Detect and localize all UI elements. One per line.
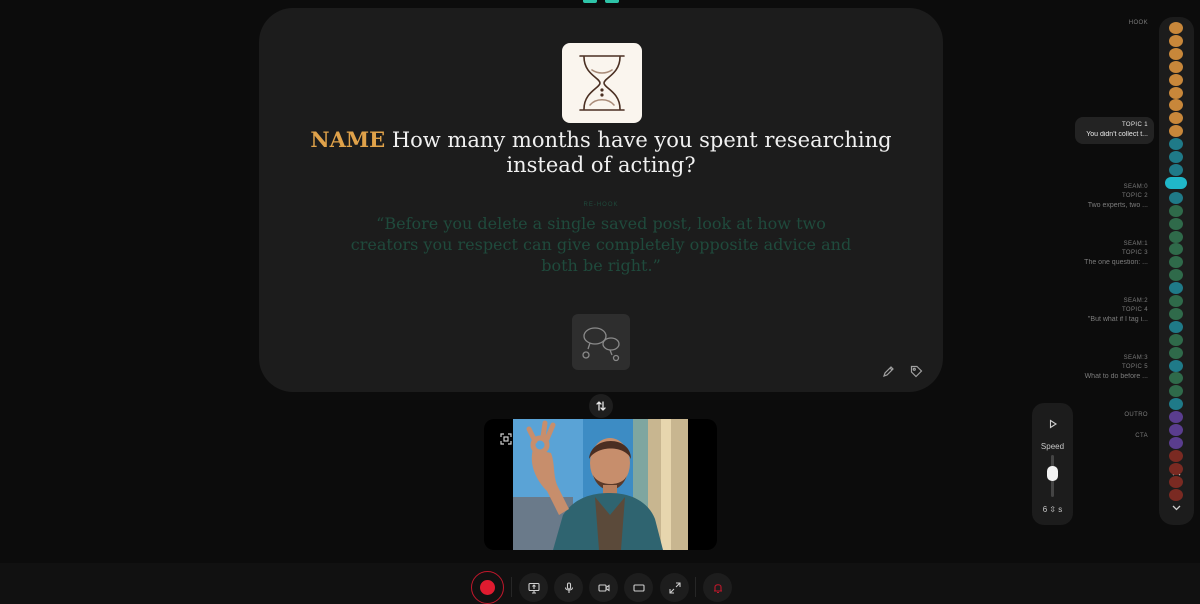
segment-dot[interactable] — [1169, 86, 1183, 99]
swap-vertical-icon[interactable] — [589, 394, 613, 418]
camera-button[interactable] — [589, 573, 618, 602]
segment-dot[interactable] — [1169, 436, 1183, 449]
segment-dot[interactable] — [1169, 256, 1183, 269]
name-token: NAME — [310, 127, 386, 152]
segment-dot[interactable] — [1169, 22, 1183, 34]
segment-dot[interactable] — [1169, 73, 1183, 86]
segment-dot[interactable] — [1169, 269, 1183, 282]
segment-dot[interactable] — [1169, 99, 1183, 112]
outline-seam3: SEAM:3 — [1123, 355, 1148, 361]
present-button[interactable] — [519, 573, 548, 602]
speed-slider-thumb[interactable] — [1047, 465, 1058, 481]
prompt-question: NAME How many months have you spent rese… — [279, 127, 923, 178]
alert-button[interactable] — [703, 573, 732, 602]
rehook-label: RE-HOOK — [583, 202, 619, 208]
segment-dot[interactable] — [1169, 359, 1183, 372]
fit-screen-icon[interactable] — [498, 431, 514, 447]
segment-dot[interactable] — [1169, 163, 1183, 176]
outline-topic4-text[interactable]: "But what if I tag i... — [1060, 316, 1148, 323]
segment-dot[interactable] — [1169, 230, 1183, 243]
segment-dot[interactable] — [1169, 449, 1183, 462]
speed-label: Speed — [1040, 442, 1065, 451]
rehook-quote: “Before you delete a single saved post, … — [350, 214, 852, 275]
bottom-control-bar — [0, 563, 1200, 604]
outline-cta[interactable]: CTA — [1135, 432, 1148, 440]
expand-button[interactable] — [660, 573, 689, 602]
segment-dot[interactable] — [1169, 243, 1183, 256]
top-tab-indicators — [583, 0, 623, 4]
aspect-ratio-button[interactable] — [624, 573, 653, 602]
outline-topic4-label: TOPIC 4 — [1121, 307, 1148, 313]
outline-topic2-label: TOPIC 2 — [1121, 193, 1148, 199]
outline-topic2-text[interactable]: Two experts, two ... — [1060, 202, 1148, 209]
aspect-ratio-icon — [632, 583, 645, 592]
divider — [695, 577, 696, 597]
segment-dot[interactable] — [1169, 462, 1183, 475]
segment-dot[interactable] — [1169, 34, 1183, 47]
outline-outro[interactable]: OUTRO — [1124, 411, 1148, 419]
outline-topic1-label: TOPIC 1 — [1121, 122, 1148, 128]
chevron-down-icon[interactable] — [1168, 499, 1185, 516]
segment-dot[interactable] — [1169, 138, 1183, 151]
segment-dot[interactable] — [1169, 191, 1183, 204]
outline-topic5-label: TOPIC 5 — [1121, 364, 1148, 370]
presentation-icon — [527, 582, 540, 594]
segment-dot[interactable] — [1169, 346, 1183, 359]
outline-hook[interactable]: HOOK — [1129, 19, 1148, 27]
segment-dot[interactable] — [1169, 424, 1183, 436]
speed-panel: Speed 6 ⇳ s — [1032, 403, 1073, 525]
speech-bubbles-icon — [572, 314, 630, 370]
segment-dot[interactable] — [1169, 398, 1183, 411]
record-button[interactable] — [471, 571, 504, 604]
pencil-icon[interactable] — [879, 362, 897, 380]
segment-rail — [1159, 17, 1194, 525]
segment-dot[interactable] — [1169, 411, 1183, 424]
divider — [511, 577, 512, 597]
outline-seam2: SEAM:2 — [1123, 298, 1148, 304]
outline-topic1-text[interactable]: You didn't collect t... — [1060, 131, 1148, 138]
tag-icon[interactable] — [907, 362, 925, 380]
record-icon — [480, 580, 495, 595]
microphone-icon — [564, 581, 573, 593]
segment-dot[interactable] — [1169, 307, 1183, 320]
segment-dot[interactable] — [1169, 47, 1183, 60]
segment-dot-active[interactable] — [1165, 176, 1187, 189]
hourglass-icon — [562, 43, 642, 123]
segment-dot[interactable] — [1169, 488, 1183, 501]
speed-value[interactable]: 6 ⇳ s — [1032, 505, 1073, 514]
segment-dot[interactable] — [1169, 295, 1183, 307]
question-text: How many months have you spent researchi… — [391, 128, 892, 177]
segment-dot[interactable] — [1169, 60, 1183, 73]
camera-preview — [484, 419, 717, 550]
segment-dot[interactable] — [1169, 204, 1183, 217]
segment-dot[interactable] — [1169, 385, 1183, 398]
microphone-button[interactable] — [554, 573, 583, 602]
webcam-video — [513, 419, 688, 550]
outline-seam1: SEAM:1 — [1123, 241, 1148, 247]
segment-dot[interactable] — [1169, 125, 1183, 138]
prompt-card: NAME How many months have you spent rese… — [259, 8, 943, 392]
segment-dot[interactable] — [1169, 320, 1183, 333]
video-camera-icon — [597, 583, 610, 592]
segment-dot[interactable] — [1169, 333, 1183, 346]
segment-dot[interactable] — [1169, 282, 1183, 295]
expand-icon — [668, 581, 681, 594]
bell-icon — [713, 583, 722, 593]
play-icon[interactable] — [1046, 417, 1059, 430]
segment-dot[interactable] — [1169, 475, 1183, 488]
segment-dot[interactable] — [1169, 151, 1183, 163]
outline-topic5-text[interactable]: What to do before ... — [1060, 373, 1148, 380]
segment-dot[interactable] — [1169, 112, 1183, 125]
segment-dot[interactable] — [1169, 372, 1183, 385]
segment-dot[interactable] — [1169, 217, 1183, 230]
outline-seam0: SEAM:0 — [1123, 184, 1148, 190]
outline-topic3-text[interactable]: The one question: ... — [1060, 259, 1148, 266]
outline-topic3-label: TOPIC 3 — [1121, 250, 1148, 256]
